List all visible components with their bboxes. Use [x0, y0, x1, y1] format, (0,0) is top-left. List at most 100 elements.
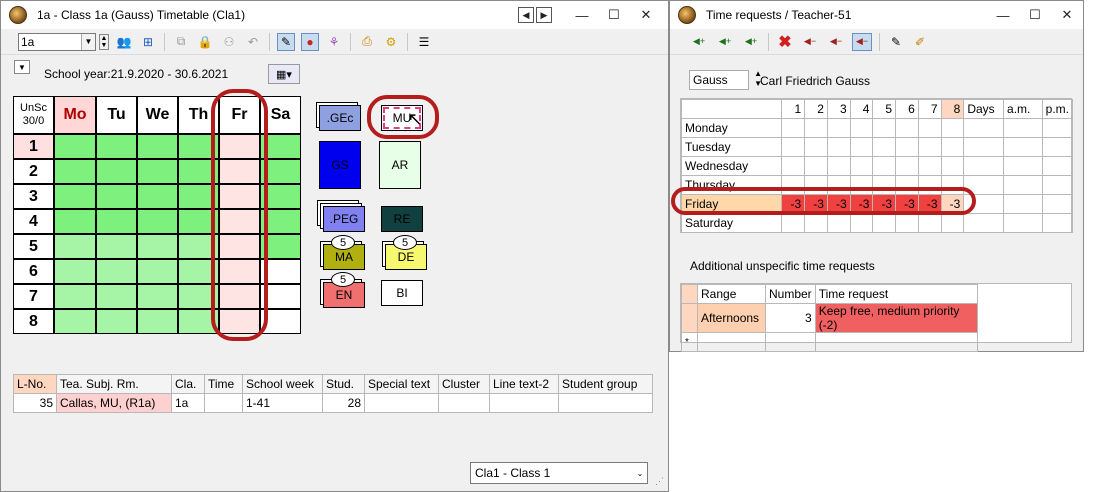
- timetable-cell[interactable]: [96, 209, 137, 234]
- request-extra-cell[interactable]: [1041, 175, 1074, 195]
- request-extra-cell[interactable]: [1041, 156, 1074, 176]
- request-cell[interactable]: [804, 137, 828, 157]
- menu-list-icon[interactable]: ☰: [415, 33, 433, 51]
- request-extra-cell[interactable]: [1003, 213, 1043, 233]
- table-row[interactable]: Wednesday: [680, 156, 1074, 176]
- request-cell[interactable]: [781, 156, 806, 176]
- col-school-week[interactable]: School week: [242, 374, 323, 394]
- days-header[interactable]: Days: [963, 99, 1005, 119]
- request-cell[interactable]: [917, 137, 942, 157]
- period-header-4[interactable]: 4: [849, 99, 874, 119]
- timetable-cell[interactable]: [137, 259, 178, 284]
- request-cell[interactable]: [940, 118, 965, 138]
- col-line-text-2[interactable]: Line text-2: [489, 374, 559, 394]
- request-extra-cell[interactable]: [1041, 213, 1074, 233]
- timetable-cell[interactable]: [54, 284, 96, 309]
- timetable-cell[interactable]: [54, 159, 96, 184]
- request-cell[interactable]: [895, 137, 919, 157]
- request-cell[interactable]: [917, 156, 942, 176]
- set-plus-3-icon[interactable]: ◀+: [689, 33, 709, 51]
- request-cell[interactable]: [917, 213, 942, 233]
- request-cell[interactable]: [849, 137, 874, 157]
- request-extra-cell[interactable]: [1041, 118, 1074, 138]
- copy-icon[interactable]: ⧉: [172, 33, 190, 51]
- maximize-button[interactable]: ☐: [598, 1, 630, 29]
- cell-empty[interactable]: [697, 332, 766, 352]
- day-label[interactable]: Saturday: [680, 213, 783, 233]
- timetable-cell[interactable]: [96, 259, 137, 284]
- timetable-cell[interactable]: [96, 134, 137, 159]
- request-extra-cell[interactable]: [963, 118, 1005, 138]
- request-cell[interactable]: [895, 156, 919, 176]
- request-extra-cell[interactable]: [1003, 118, 1043, 138]
- col-range[interactable]: Range: [697, 284, 766, 304]
- edit-pencil-icon[interactable]: ✎: [277, 32, 295, 51]
- table-row[interactable]: Saturday: [680, 213, 1074, 233]
- print-icon[interactable]: ⎙: [358, 33, 376, 51]
- pm-header[interactable]: p.m.: [1041, 99, 1074, 119]
- timetable-cell[interactable]: [137, 159, 178, 184]
- delete-x-icon[interactable]: ✖: [776, 33, 794, 51]
- cell-empty[interactable]: [765, 332, 816, 352]
- next-icon[interactable]: ▶: [536, 7, 552, 23]
- request-cell[interactable]: [826, 156, 851, 176]
- request-cell[interactable]: [826, 213, 851, 233]
- request-cell[interactable]: [917, 118, 942, 138]
- col-lno[interactable]: L-No.: [13, 374, 57, 394]
- request-extra-cell[interactable]: [1041, 194, 1074, 214]
- period-header-1[interactable]: 1: [781, 99, 806, 119]
- timetable-cell[interactable]: [96, 159, 137, 184]
- table-row[interactable]: 35 Callas, MU, (R1a) 1a 1-41 28: [13, 393, 653, 413]
- request-cell[interactable]: [940, 213, 965, 233]
- request-cell[interactable]: [940, 137, 965, 157]
- timetable-cell[interactable]: [54, 184, 96, 209]
- timetable-cell[interactable]: [54, 134, 96, 159]
- timetable-cell[interactable]: [54, 234, 96, 259]
- card-peg[interactable]: .PEG: [323, 206, 365, 232]
- maximize-button[interactable]: ☐: [1019, 1, 1051, 29]
- request-cell[interactable]: [872, 213, 897, 233]
- timetable-cell[interactable]: [96, 309, 137, 334]
- timetable-cell[interactable]: [54, 209, 96, 234]
- col-cla[interactable]: Cla.: [171, 374, 205, 394]
- request-cell[interactable]: [872, 118, 897, 138]
- timetable-cell[interactable]: [96, 234, 137, 259]
- col-stud[interactable]: Stud.: [322, 374, 365, 394]
- period-header-8[interactable]: 8: [940, 99, 965, 119]
- day-label[interactable]: Wednesday: [680, 156, 783, 176]
- am-header[interactable]: a.m.: [1003, 99, 1043, 119]
- set-minus-2-icon[interactable]: ◀−: [826, 33, 846, 51]
- period-header-7[interactable]: 7: [917, 99, 942, 119]
- request-cell[interactable]: [872, 156, 897, 176]
- request-cell[interactable]: [826, 137, 851, 157]
- grid-icon[interactable]: ⊞: [139, 33, 157, 51]
- request-cell[interactable]: [940, 156, 965, 176]
- collapse-arrow-icon[interactable]: ▼: [14, 60, 30, 74]
- request-cell[interactable]: [804, 213, 828, 233]
- request-cell[interactable]: [804, 156, 828, 176]
- teacher-select[interactable]: Gauss ▲ ▼: [689, 69, 762, 90]
- close-button[interactable]: ✕: [1051, 1, 1083, 29]
- col-number[interactable]: Number: [765, 284, 816, 304]
- class-select[interactable]: 1a ▼: [18, 32, 96, 51]
- timetable-cell[interactable]: [54, 309, 96, 334]
- request-cell[interactable]: [872, 137, 897, 157]
- request-cell[interactable]: [849, 213, 874, 233]
- calendar-view-icon[interactable]: ▦▾: [268, 64, 300, 84]
- timetable-cell[interactable]: [96, 284, 137, 309]
- request-extra-cell[interactable]: [963, 213, 1005, 233]
- timetable-cell[interactable]: [137, 184, 178, 209]
- request-cell[interactable]: [849, 156, 874, 176]
- table-row-new[interactable]: *: [681, 332, 979, 352]
- table-row[interactable]: Afternoons 3 Keep free, medium priority …: [681, 303, 979, 333]
- day-header-tu[interactable]: Tu: [96, 96, 137, 134]
- timetable-cell[interactable]: [96, 184, 137, 209]
- request-cell[interactable]: [781, 137, 806, 157]
- card-bi[interactable]: BI: [381, 280, 423, 306]
- card-re[interactable]: RE: [381, 206, 423, 232]
- card-ar[interactable]: AR: [379, 141, 421, 189]
- prev-icon[interactable]: ◀: [518, 7, 534, 23]
- request-cell[interactable]: [804, 118, 828, 138]
- cell-empty[interactable]: [814, 332, 979, 352]
- timetable-cell[interactable]: [137, 309, 178, 334]
